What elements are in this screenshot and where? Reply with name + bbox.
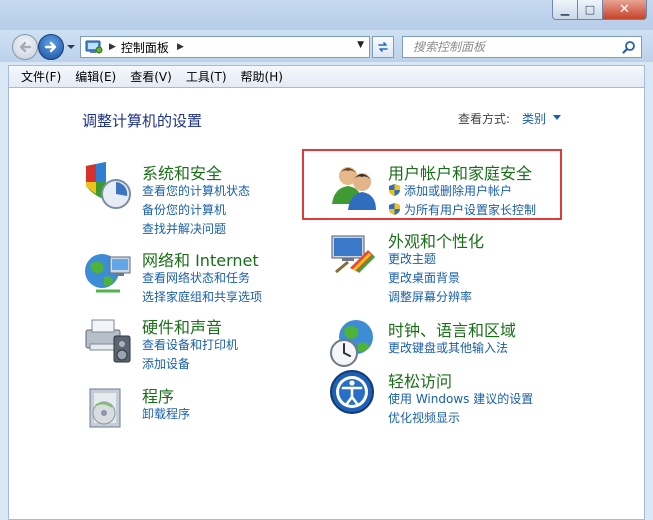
category-title[interactable]: 轻松访问 <box>388 368 452 392</box>
breadcrumb-separator-icon[interactable]: ▶ <box>109 42 116 52</box>
title-bar: ▁ □ ✕ <box>0 0 653 30</box>
clock-language-icon[interactable] <box>328 317 380 369</box>
link-change-theme[interactable]: 更改主题 <box>388 250 436 267</box>
maximize-icon: □ <box>584 3 596 16</box>
chevron-down-icon <box>67 45 75 49</box>
category-hardware-sound: 硬件和声音 查看设备和打印机 添加设备 <box>82 314 292 372</box>
menu-edit[interactable]: 编辑(E) <box>75 68 116 85</box>
menu-help[interactable]: 帮助(H) <box>241 68 283 85</box>
recent-pages-dropdown[interactable] <box>66 42 76 52</box>
window-controls: ▁ □ ✕ <box>552 0 647 20</box>
search-icon[interactable] <box>622 40 636 54</box>
link-windows-recommended-settings[interactable]: 使用 Windows 建议的设置 <box>388 390 533 407</box>
category-title[interactable]: 外观和个性化 <box>388 228 484 252</box>
category-title[interactable]: 网络和 Internet <box>142 247 259 271</box>
network-icon[interactable] <box>82 247 134 299</box>
menu-view[interactable]: 查看(V) <box>130 68 172 85</box>
programs-icon[interactable] <box>82 383 134 435</box>
navigation-bar: ▶ 控制面板 ▶ ▼ <box>0 30 653 62</box>
address-dropdown-icon[interactable]: ▼ <box>357 40 364 50</box>
link-devices-printers[interactable]: 查看设备和打印机 <box>142 336 238 353</box>
link-screen-resolution[interactable]: 调整屏幕分辨率 <box>388 288 472 305</box>
link-backup-computer[interactable]: 备份您的计算机 <box>142 201 226 218</box>
control-panel-content: 调整计算机的设置 查看方式: 类别 系统和安全 查看您的计算机状态 备份您的计算… <box>8 87 645 520</box>
link-view-computer-status[interactable]: 查看您的计算机状态 <box>142 182 250 199</box>
category-clock-language: 时钟、语言和区域 更改键盘或其他输入法 <box>328 317 554 367</box>
arrow-right-icon <box>44 41 57 53</box>
minimize-icon: ▁ <box>560 3 570 16</box>
maximize-button[interactable]: □ <box>578 0 603 20</box>
category-title[interactable]: 硬件和声音 <box>142 314 222 338</box>
link-troubleshoot[interactable]: 查找并解决问题 <box>142 220 226 237</box>
hardware-sound-icon[interactable] <box>82 314 134 366</box>
breadcrumb-chevron-icon[interactable]: ▶ <box>177 42 184 52</box>
category-title[interactable]: 系统和安全 <box>142 160 222 184</box>
page-title: 调整计算机的设置 <box>82 112 203 130</box>
arrow-left-icon <box>19 41 32 53</box>
address-bar[interactable]: ▶ 控制面板 ▶ ▼ <box>80 36 370 58</box>
ease-of-access-icon[interactable] <box>328 368 380 420</box>
category-title[interactable]: 程序 <box>142 383 174 407</box>
back-button[interactable] <box>12 34 38 60</box>
control-panel-icon <box>85 40 103 54</box>
refresh-button[interactable] <box>372 36 394 58</box>
link-optimize-visual-display[interactable]: 优化视频显示 <box>388 409 460 426</box>
view-by-label: 查看方式: <box>458 112 511 126</box>
category-ease-of-access: 轻松访问 使用 Windows 建议的设置 优化视频显示 <box>328 368 554 426</box>
category-programs: 程序 卸载程序 <box>82 383 292 433</box>
appearance-icon[interactable] <box>328 228 380 280</box>
breadcrumb-control-panel[interactable]: 控制面板 <box>121 39 169 56</box>
link-add-device[interactable]: 添加设备 <box>142 355 190 372</box>
forward-button[interactable] <box>38 34 64 60</box>
link-homegroup-sharing[interactable]: 选择家庭组和共享选项 <box>142 288 262 305</box>
link-change-input-method[interactable]: 更改键盘或其他输入法 <box>388 339 508 356</box>
category-system-security: 系统和安全 查看您的计算机状态 备份您的计算机 查找并解决问题 <box>82 160 292 236</box>
view-by-chevron-icon[interactable] <box>553 115 561 120</box>
close-button[interactable]: ✕ <box>603 0 647 20</box>
menu-bar: 文件(F) 编辑(E) 查看(V) 工具(T) 帮助(H) <box>8 65 645 87</box>
link-uninstall-program[interactable]: 卸载程序 <box>142 405 190 422</box>
link-network-status[interactable]: 查看网络状态和任务 <box>142 269 250 286</box>
link-change-background[interactable]: 更改桌面背景 <box>388 269 460 286</box>
view-by-dropdown[interactable]: 类别 <box>522 110 546 127</box>
minimize-button[interactable]: ▁ <box>552 0 578 20</box>
category-appearance: 外观和个性化 更改主题 更改桌面背景 调整屏幕分辨率 <box>328 228 554 304</box>
menu-tools[interactable]: 工具(T) <box>186 68 227 85</box>
search-box <box>402 36 642 58</box>
refresh-icon <box>378 42 388 52</box>
menu-file[interactable]: 文件(F) <box>21 68 61 85</box>
highlight-frame <box>302 149 562 220</box>
category-network: 网络和 Internet 查看网络状态和任务 选择家庭组和共享选项 <box>82 247 292 305</box>
category-title[interactable]: 时钟、语言和区域 <box>388 317 516 341</box>
system-security-icon[interactable] <box>82 160 134 212</box>
close-icon: ✕ <box>619 2 630 17</box>
search-input[interactable] <box>413 37 613 57</box>
